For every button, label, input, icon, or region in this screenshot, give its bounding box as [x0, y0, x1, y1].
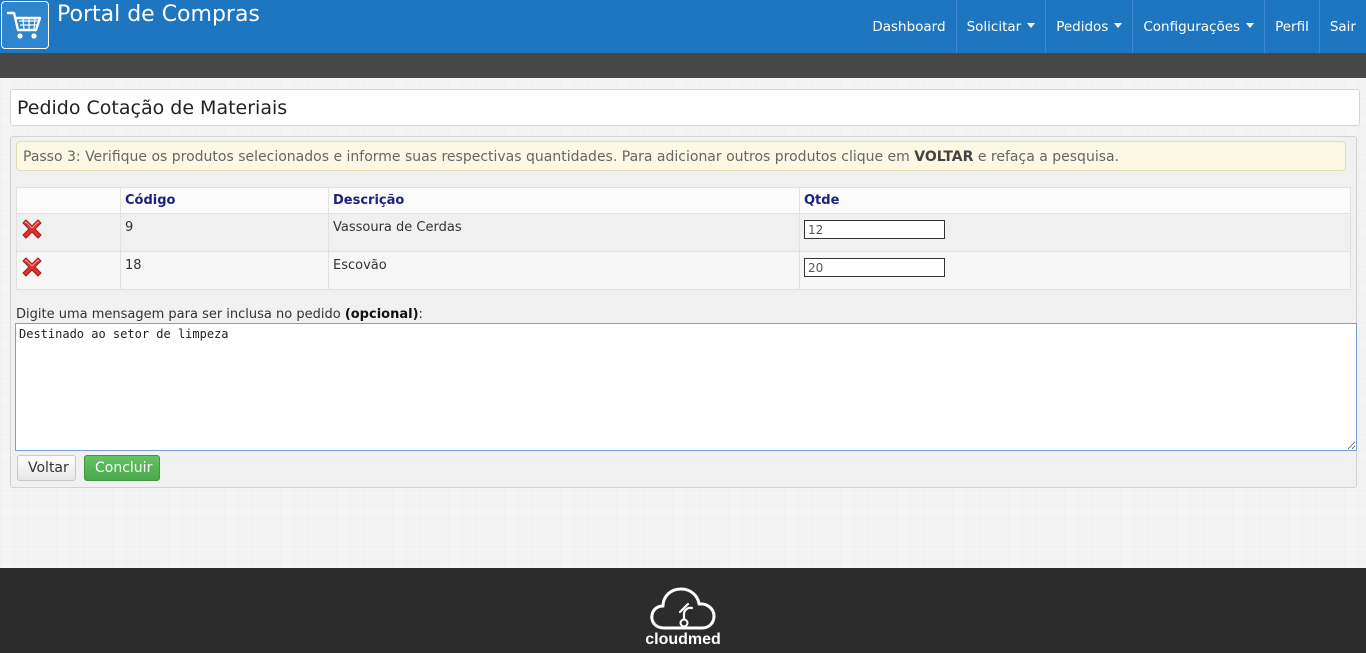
- nav-sair-label: Sair: [1329, 18, 1356, 35]
- cell-codigo: 9: [120, 213, 329, 252]
- message-label-text: Digite uma mensagem para ser inclusa no …: [16, 307, 345, 322]
- nav-solicitar[interactable]: Solicitar: [955, 0, 1046, 53]
- cell-descricao: Escovão: [328, 251, 800, 290]
- table-row: 18 Escovão: [16, 251, 1351, 290]
- caret-down-icon: [1246, 23, 1255, 28]
- step-text: Passo 3: Verifique os produtos seleciona…: [23, 149, 915, 165]
- message-label: Digite uma mensagem para ser inclusa no …: [16, 307, 423, 322]
- cart-icon[interactable]: [1, 1, 49, 49]
- qty-input[interactable]: [804, 220, 945, 239]
- col-header-codigo: Código: [120, 187, 329, 214]
- col-header-action: [16, 187, 121, 214]
- delete-x-icon[interactable]: [21, 256, 116, 278]
- page-title: Pedido Cotação de Materiais: [17, 97, 288, 119]
- caret-down-icon: [1027, 23, 1036, 28]
- submit-button[interactable]: Concluir: [84, 455, 160, 481]
- col-header-descricao: Descrição: [328, 187, 800, 214]
- nav-perfil-label: Perfil: [1275, 18, 1309, 35]
- cell-codigo: 18: [120, 251, 329, 290]
- products-table: Código Descrição Qtde 9 Vassoura de Cerd…: [16, 187, 1351, 290]
- nav-solicitar-label: Solicitar: [966, 18, 1022, 35]
- message-label-optional: (opcional): [344, 307, 419, 322]
- nav-perfil[interactable]: Perfil: [1264, 0, 1319, 53]
- cloud-icon: [648, 584, 718, 636]
- caret-down-icon: [1114, 23, 1123, 28]
- delete-x-icon[interactable]: [21, 218, 116, 240]
- nav-dashboard[interactable]: Dashboard: [862, 0, 955, 53]
- nav-sair[interactable]: Sair: [1318, 0, 1366, 53]
- nav-configuracoes-label: Configurações: [1143, 18, 1241, 35]
- nav-configuracoes[interactable]: Configurações: [1132, 0, 1264, 53]
- back-button[interactable]: Voltar: [17, 455, 76, 481]
- app-title[interactable]: Portal de Compras: [57, 2, 260, 27]
- cell-descricao: Vassoura de Cerdas: [328, 213, 800, 252]
- nav-pedidos-label: Pedidos: [1056, 18, 1109, 35]
- table-header-row: Código Descrição Qtde: [16, 187, 1351, 214]
- step-emphasis: VOLTAR: [914, 149, 974, 165]
- step-text-end: e refaça a pesquisa.: [973, 149, 1120, 165]
- main-nav: Dashboard Solicitar Pedidos Configuraçõe…: [862, 0, 1366, 53]
- footer: cloudmed: [0, 568, 1366, 653]
- footer-brand: cloudmed: [645, 631, 721, 648]
- top-navbar: Portal de Compras Dashboard Solicitar Pe…: [0, 0, 1366, 53]
- page-title-box: Pedido Cotação de Materiais: [10, 89, 1360, 126]
- nav-dashboard-label: Dashboard: [872, 18, 946, 35]
- message-label-colon: :: [418, 307, 423, 322]
- qty-input[interactable]: [804, 258, 945, 277]
- table-row: 9 Vassoura de Cerdas: [16, 213, 1351, 252]
- message-textarea[interactable]: Destinado ao setor de limpeza: [15, 323, 1357, 451]
- sub-navbar: [0, 53, 1366, 78]
- order-panel: Passo 3: Verifique os produtos seleciona…: [10, 136, 1357, 488]
- step-instructions: Passo 3: Verifique os produtos seleciona…: [16, 141, 1346, 171]
- col-header-qtde: Qtde: [799, 187, 1351, 214]
- nav-pedidos[interactable]: Pedidos: [1045, 0, 1132, 53]
